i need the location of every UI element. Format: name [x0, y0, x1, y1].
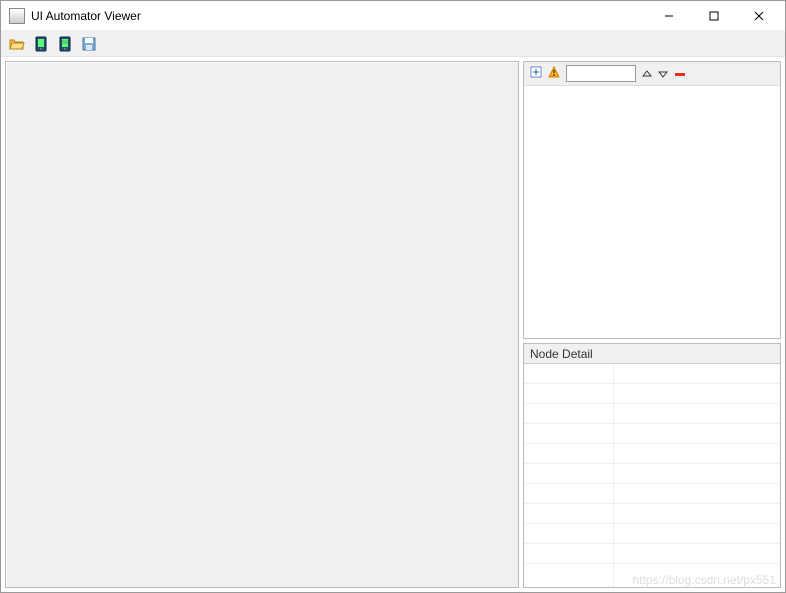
- table-row: [524, 504, 613, 524]
- table-row: [524, 404, 613, 424]
- table-row: [614, 404, 780, 424]
- open-folder-icon[interactable]: [7, 34, 27, 54]
- app-icon: [9, 8, 25, 24]
- property-name-column: [524, 364, 614, 587]
- window-title: UI Automator Viewer: [31, 9, 646, 23]
- save-icon[interactable]: [79, 34, 99, 54]
- close-button[interactable]: [736, 1, 781, 30]
- node-detail-table[interactable]: [524, 364, 780, 587]
- tree-toolbar: [524, 62, 780, 86]
- capture-device-icon[interactable]: [31, 34, 51, 54]
- screenshot-panel[interactable]: [5, 61, 519, 588]
- table-row: [524, 444, 613, 464]
- table-row: [614, 424, 780, 444]
- capture-device-compressed-icon[interactable]: [55, 34, 75, 54]
- clear-search-icon[interactable]: [674, 67, 686, 81]
- prev-match-icon[interactable]: [642, 70, 652, 78]
- table-row: [524, 424, 613, 444]
- titlebar: UI Automator Viewer: [1, 1, 785, 31]
- table-row: [614, 504, 780, 524]
- table-row: [524, 364, 613, 384]
- table-row: [614, 544, 780, 564]
- table-row: [524, 384, 613, 404]
- next-match-icon[interactable]: [658, 70, 668, 78]
- tree-search-input[interactable]: [566, 65, 636, 82]
- table-row: [614, 364, 780, 384]
- table-row: [614, 444, 780, 464]
- main-toolbar: [1, 31, 785, 57]
- table-row: [524, 484, 613, 504]
- node-detail-panel: Node Detail: [523, 343, 781, 588]
- table-row: [614, 524, 780, 544]
- expand-all-icon[interactable]: [530, 66, 542, 81]
- right-column: Node Detail: [523, 61, 781, 588]
- table-row: [524, 464, 613, 484]
- tree-body[interactable]: [524, 86, 780, 338]
- table-row: [614, 464, 780, 484]
- window-controls: [646, 1, 781, 30]
- table-row: [614, 484, 780, 504]
- minimize-button[interactable]: [646, 1, 691, 30]
- table-row: [614, 384, 780, 404]
- property-value-column: [614, 364, 780, 587]
- table-row: [524, 524, 613, 544]
- hierarchy-panel: [523, 61, 781, 339]
- table-row: [524, 544, 613, 564]
- maximize-button[interactable]: [691, 1, 736, 30]
- warning-icon[interactable]: [548, 66, 560, 81]
- node-detail-header: Node Detail: [524, 344, 780, 364]
- content-area: Node Detail: [1, 57, 785, 592]
